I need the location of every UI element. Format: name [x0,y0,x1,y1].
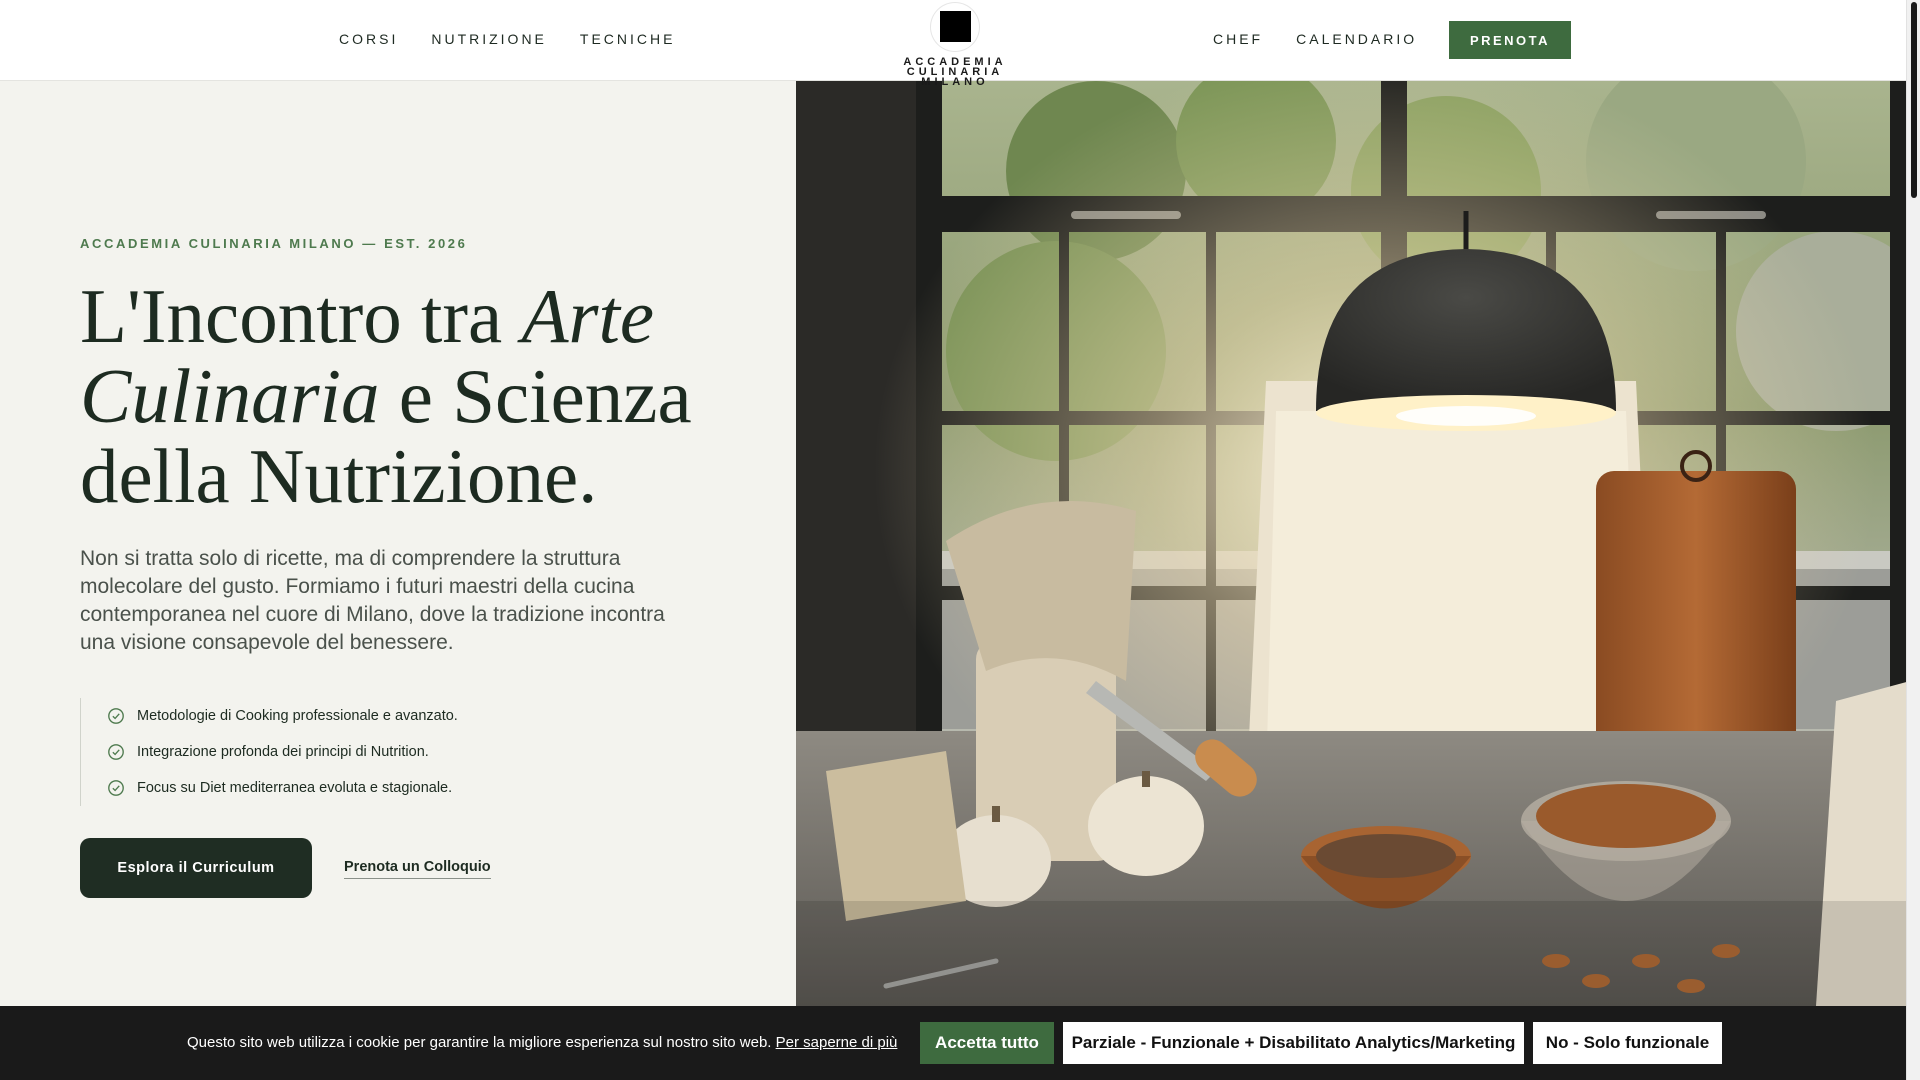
feature-item: Integrazione profonda dei principi di Nu… [107,734,640,770]
explore-curriculum-button[interactable]: Esplora il Curriculum [80,838,312,898]
brand-name: ACCADEMIA CULINARIA MILANO [855,56,1055,88]
feature-item: Focus su Diet mediterranea evoluta e sta… [107,770,640,806]
feature-list: Metodologie di Cooking professionale e a… [80,698,640,806]
nav-link-calendario[interactable]: CALENDARIO [1296,31,1417,47]
cookie-text: Questo sito web utilizza i cookie per ga… [187,1034,772,1051]
check-circle-icon [108,708,124,724]
main-nav-left: CORSI NUTRIZIONE TECNICHE [339,31,675,47]
hero-lead: Non si tratta solo di ricette, ma di com… [80,547,665,654]
page-scrollbar[interactable] [1906,0,1920,1080]
feature-text: Integrazione profonda dei principi di Nu… [137,744,429,760]
cookie-more-info-link[interactable]: Per saperne di più [776,1034,898,1051]
check-circle-icon [108,744,124,760]
main-nav-right: CHEF CALENDARIO [1213,31,1417,47]
hero-kitchen-photo [796,81,1910,1006]
scrollbar-thumb[interactable] [1911,2,1917,198]
accept-all-cookies-button[interactable]: Accetta tutto [920,1022,1054,1064]
check-circle-icon [108,780,124,796]
site-header: CORSI NUTRIZIONE TECNICHE ACCADEMIA CULI… [0,0,1906,88]
brand-name-line1: ACCADEMIA CULINARIA [903,56,1007,78]
cookie-banner: Questo sito web utilizza i cookie per ga… [0,1006,1906,1080]
feature-item: Metodologie di Cooking professionale e a… [107,698,640,734]
nav-link-chef[interactable]: CHEF [1213,31,1263,47]
kitchen-scene-illustration [796,81,1910,1006]
logo-icon [931,3,979,51]
functional-only-cookies-button[interactable]: No - Solo funzionale [1533,1022,1722,1064]
hero-content: ACCADEMIA CULINARIA MILANO — EST. 2026 L… [0,81,796,1006]
brand-name-line2: MILANO [921,76,989,88]
brand-logo[interactable]: ACCADEMIA CULINARIA MILANO [855,0,1055,88]
partial-cookies-button[interactable]: Parziale - Funzionale + Disabilitato Ana… [1063,1022,1524,1064]
nav-link-corsi[interactable]: CORSI [339,31,398,47]
nav-link-tecniche[interactable]: TECNICHE [580,31,676,47]
feature-text: Metodologie di Cooking professionale e a… [137,708,458,724]
hero-eyebrow: ACCADEMIA CULINARIA MILANO — EST. 2026 [80,236,468,251]
book-interview-link[interactable]: Prenota un Colloquio [344,859,491,879]
feature-text: Focus su Diet mediterranea evoluta e sta… [137,780,453,796]
hero-headline: L'Incontro tra Arte Culinaria e Scienza … [80,276,720,516]
nav-link-nutrizione[interactable]: NUTRIZIONE [431,31,547,47]
cookie-message: Questo sito web utilizza i cookie per ga… [187,1034,897,1051]
headline-part1: L'Incontro tra [80,273,522,359]
book-button[interactable]: PRENOTA [1449,21,1571,59]
